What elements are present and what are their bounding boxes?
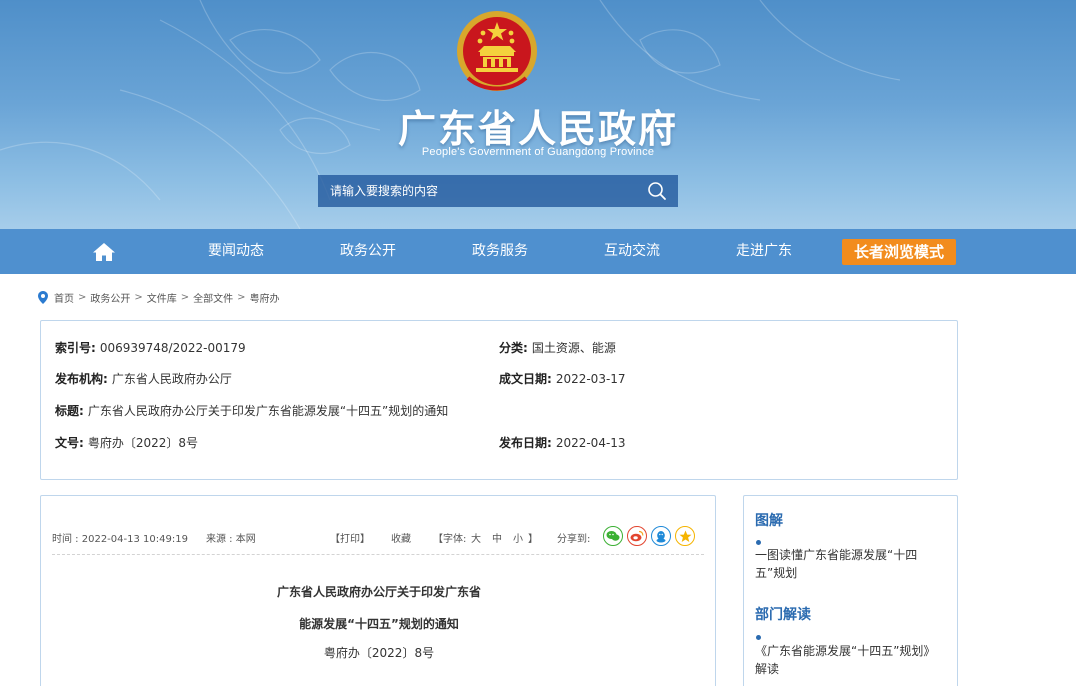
breadcrumb-current[interactable]: 粤府办	[250, 290, 280, 305]
location-pin-icon	[38, 290, 48, 304]
print-button[interactable]: 【打印】	[330, 530, 370, 545]
header-banner: 广东省人民政府 People's Government of Guangdong…	[0, 0, 1076, 229]
share-qzone-button[interactable]	[675, 526, 695, 546]
search-box	[318, 175, 678, 207]
breadcrumb-separator: >	[180, 291, 190, 303]
department-interpretation-heading: 部门解读	[755, 607, 811, 623]
breadcrumb-all-files[interactable]: 全部文件	[193, 290, 233, 305]
font-size-small[interactable]: 小	[513, 530, 523, 545]
article-document-number: 粤府办〔2022〕8号	[323, 646, 435, 660]
category-value: 国土资源、能源	[531, 341, 616, 355]
infographic-heading: 图解	[755, 513, 783, 529]
font-size-large[interactable]: 大	[471, 530, 481, 545]
bullet-dot	[756, 635, 761, 640]
document-info-box: 索引号: 006939748/2022-00179 分类: 国土资源、能源 发布机构…	[40, 320, 958, 480]
main-nav: 要闻动态 政务公开 政务服务 互动交流 走进广东 长者浏览模式	[0, 229, 1076, 274]
qq-icon	[656, 530, 666, 542]
font-size-suffix: 】	[528, 534, 538, 545]
bullet-dot	[756, 540, 761, 545]
department-interpretation-link[interactable]: 《广东省能源发展“十四五”规划》解读	[755, 642, 945, 678]
article-panel: 时间 : 2022-04-13 10:49:19 来源 : 本网 【打印】 收藏…	[40, 495, 716, 686]
nav-item-government-services[interactable]: 政务服务	[472, 229, 528, 274]
home-icon[interactable]	[92, 242, 116, 262]
share-qq-button[interactable]	[651, 526, 671, 546]
breadcrumb-separator: >	[78, 291, 87, 303]
written-date-value: 2022-03-17	[555, 372, 626, 386]
nav-item-government-affairs[interactable]: 政务公开	[340, 229, 396, 274]
font-size-prefix: 【字体:	[433, 534, 467, 545]
publish-date-label: 发布日期:	[499, 436, 552, 450]
category-label: 分类:	[499, 341, 528, 355]
share-wechat-button[interactable]	[603, 526, 623, 546]
publisher-value: 广东省人民政府办公厅	[111, 372, 232, 386]
breadcrumb-home[interactable]: 首页	[54, 290, 74, 305]
share-label: 分享到:	[557, 534, 591, 545]
breadcrumb-separator: >	[237, 291, 246, 303]
related-side-panel: 图解 一图读懂广东省能源发展“十四五”规划 部门解读 《广东省能源发展“十四五”…	[743, 495, 958, 686]
written-date-row: 成文日期: 2022-03-17	[499, 370, 626, 387]
written-date-label: 成文日期:	[499, 372, 552, 386]
article-title-line-2: 能源发展“十四五”规划的通知	[299, 617, 459, 631]
breadcrumb-file-library[interactable]: 文件库	[147, 290, 177, 305]
index-number-value: 006939748/2022-00179	[99, 341, 246, 355]
title-label: 标题:	[55, 404, 84, 418]
infographic-link[interactable]: 一图读懂广东省能源发展“十四五”规划	[755, 546, 945, 582]
font-size-medium[interactable]: 中	[492, 530, 502, 545]
search-icon	[648, 182, 666, 200]
qzone-star-icon	[679, 530, 691, 542]
title-row: 标题: 广东省人民政府办公厅关于印发广东省能源发展“十四五”规划的通知	[55, 402, 448, 419]
document-number-row: 文号: 粤府办〔2022〕8号	[55, 434, 198, 451]
publisher-label: 发布机构:	[55, 372, 108, 386]
index-number-label: 索引号:	[55, 341, 96, 355]
publisher-row: 发布机构: 广东省人民政府办公厅	[55, 370, 232, 387]
publish-date-row: 发布日期: 2022-04-13	[499, 434, 626, 451]
document-number-value: 粤府办〔2022〕8号	[87, 436, 198, 450]
weibo-icon	[630, 530, 644, 542]
search-input[interactable]	[318, 175, 636, 207]
publish-time: 时间 : 2022-04-13 10:49:19	[52, 534, 188, 545]
title-value: 广东省人民政府办公厅关于印发广东省能源发展“十四五”规划的通知	[87, 404, 449, 418]
article-meta-bar: 时间 : 2022-04-13 10:49:19 来源 : 本网 【打印】 收藏…	[52, 526, 704, 548]
category-row: 分类: 国土资源、能源	[499, 339, 616, 356]
article-title-line-1: 广东省人民政府办公厅关于印发广东省	[276, 585, 481, 599]
publish-date-value: 2022-04-13	[555, 436, 626, 450]
document-number-label: 文号:	[55, 436, 84, 450]
breadcrumb: 首页 > 政务公开 > 文件库 > 全部文件 > 粤府办	[38, 289, 280, 305]
site-title: 广东省人民政府	[397, 107, 678, 151]
breadcrumb-separator: >	[134, 291, 143, 303]
article-source: 来源 : 本网	[206, 534, 256, 545]
breadcrumb-government-affairs[interactable]: 政务公开	[90, 290, 130, 305]
nav-item-about-guangdong[interactable]: 走进广东	[736, 229, 792, 274]
site-subtitle: People's Government of Guangdong Provinc…	[421, 146, 655, 158]
meta-divider	[52, 554, 704, 555]
index-number-row: 索引号: 006939748/2022-00179	[55, 339, 246, 356]
search-button[interactable]	[636, 175, 678, 207]
elder-mode-button[interactable]: 长者浏览模式	[842, 239, 956, 265]
nav-item-news[interactable]: 要闻动态	[208, 229, 264, 274]
favorite-button[interactable]: 收藏	[391, 530, 411, 545]
share-weibo-button[interactable]	[627, 526, 647, 546]
national-emblem-icon	[457, 11, 537, 91]
nav-item-interaction[interactable]: 互动交流	[604, 229, 660, 274]
wechat-icon	[606, 531, 620, 541]
